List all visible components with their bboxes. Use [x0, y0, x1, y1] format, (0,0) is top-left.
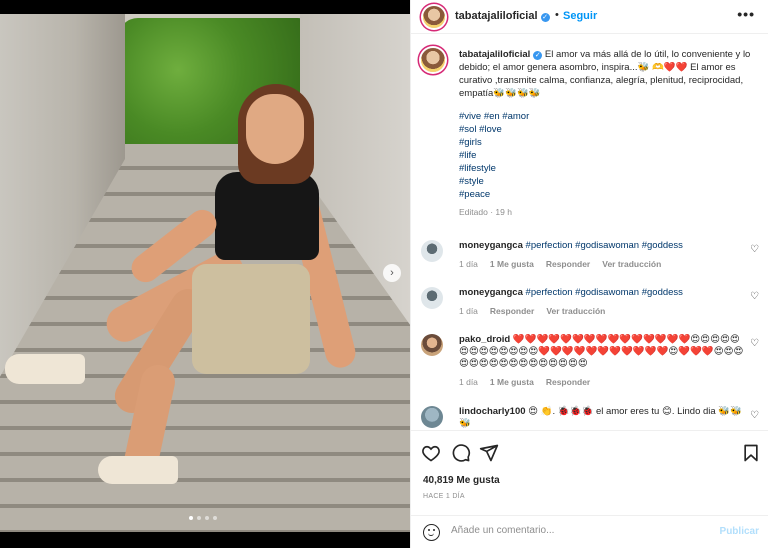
- hashtag-line[interactable]: #life: [459, 149, 759, 162]
- comment-meta: 1 día Responder Ver traducción: [459, 305, 744, 317]
- reply-button[interactable]: Responder: [546, 258, 590, 270]
- comment-item: pako_droid ❤️❤️❤️❤️❤️❤️❤️❤️❤️❤️❤️❤️❤️❤️❤…: [421, 334, 768, 388]
- comment-likes[interactable]: 1 Me gusta: [490, 376, 534, 388]
- woman-figure: [5, 84, 360, 504]
- comment-username[interactable]: lindocharly100: [459, 406, 526, 417]
- commenter-avatar[interactable]: [421, 240, 443, 262]
- caption-text-block: tabatajaliloficial ✓ El amor va más allá …: [459, 48, 759, 100]
- carousel-dot: [197, 516, 201, 520]
- comment-input[interactable]: [451, 525, 701, 536]
- reply-button[interactable]: Responder: [490, 305, 534, 317]
- commenter-avatar[interactable]: [421, 287, 443, 309]
- posted-time[interactable]: HACE 1 DÍA: [423, 493, 465, 500]
- comment-time[interactable]: 1 día: [459, 376, 478, 388]
- edited-label: Editado: [459, 207, 488, 217]
- caption-avatar[interactable]: [421, 48, 445, 72]
- carousel-dots: [189, 516, 217, 520]
- comment-body: moneygangca #perfection #godisawoman #go…: [459, 287, 744, 317]
- post-media: ›: [0, 0, 410, 548]
- comment-meta: 1 día 1 Me gusta Responder Ver traducció…: [459, 258, 744, 270]
- author-username-link[interactable]: tabatajaliloficial ✓: [455, 10, 550, 22]
- post-caption: tabatajaliloficial ✓ El amor va más allá …: [421, 48, 759, 217]
- black-top: [215, 172, 319, 260]
- like-heart-icon[interactable]: [421, 443, 441, 463]
- like-comment-heart-icon[interactable]: ♡: [750, 291, 759, 302]
- hashtag-line[interactable]: #lifestyle: [459, 162, 759, 175]
- comment-likes[interactable]: 1 Me gusta: [490, 258, 534, 270]
- left-shoe: [5, 354, 85, 384]
- translate-button[interactable]: Ver traducción: [602, 258, 661, 270]
- hashtag-line[interactable]: #girls: [459, 136, 759, 149]
- reply-button[interactable]: Responder: [546, 376, 590, 388]
- carousel-next-button[interactable]: ›: [383, 264, 401, 282]
- face: [246, 94, 304, 164]
- comment-item: moneygangca #perfection #godisawoman #go…: [421, 240, 768, 270]
- post-actions-bar: 40,819 Me gusta HACE 1 DÍA Publicar: [411, 430, 768, 541]
- hashtag-line[interactable]: #peace: [459, 188, 759, 201]
- comment-text[interactable]: #perfection #godisawoman #goddess: [526, 287, 683, 298]
- follow-button[interactable]: Seguir: [563, 10, 597, 22]
- skirt: [192, 264, 310, 374]
- verified-badge-icon: ✓: [540, 13, 550, 22]
- translate-button[interactable]: Ver traducción: [546, 305, 605, 317]
- right-shoe: [98, 456, 178, 484]
- caption-time[interactable]: 19 h: [495, 207, 512, 217]
- comments-scroll-area[interactable]: tabatajaliloficial ✓ El amor va más allá …: [411, 34, 768, 430]
- author-avatar[interactable]: [423, 6, 445, 28]
- comment-bubble-icon[interactable]: [451, 443, 471, 463]
- comment-item: moneygangca #perfection #godisawoman #go…: [421, 287, 768, 317]
- add-comment-bar: Publicar: [411, 515, 768, 548]
- caption-username[interactable]: tabatajaliloficial: [459, 49, 530, 60]
- comment-text[interactable]: #perfection #godisawoman #goddess: [526, 240, 683, 251]
- hashtag-line[interactable]: #sol #love: [459, 123, 759, 136]
- comment-body: moneygangca #perfection #godisawoman #go…: [459, 240, 744, 270]
- caption-meta: Editado · 19 h: [459, 207, 512, 217]
- comment-username[interactable]: moneygangca: [459, 240, 523, 251]
- comment-body: lindocharly100 😍 👏. 🐞🐞🐞 el amor eres tu …: [459, 406, 744, 430]
- verified-badge-icon: ✓: [533, 51, 543, 60]
- commenter-avatar[interactable]: [421, 406, 443, 428]
- post-sidebar: tabatajaliloficial ✓ • Seguir ••• tabataj…: [410, 0, 768, 548]
- like-comment-heart-icon[interactable]: ♡: [750, 244, 759, 255]
- comment-item: lindocharly100 😍 👏. 🐞🐞🐞 el amor eres tu …: [421, 406, 768, 430]
- comment-meta: 1 día 1 Me gusta Responder: [459, 376, 744, 388]
- caption-hashtags: #vive #en #amor #sol #love #girls #life …: [459, 110, 759, 201]
- more-options-icon[interactable]: •••: [737, 6, 755, 22]
- comment-body: pako_droid ❤️❤️❤️❤️❤️❤️❤️❤️❤️❤️❤️❤️❤️❤️❤…: [459, 334, 744, 388]
- hashtag-line[interactable]: #vive #en #amor: [459, 110, 759, 123]
- carousel-dot: [205, 516, 209, 520]
- separator-dot: •: [555, 9, 559, 21]
- comment-time[interactable]: 1 día: [459, 305, 478, 317]
- post-header: tabatajaliloficial ✓ • Seguir •••: [411, 0, 768, 34]
- comment-username[interactable]: moneygangca: [459, 287, 523, 298]
- comment-username[interactable]: pako_droid: [459, 334, 510, 345]
- share-paper-plane-icon[interactable]: [479, 443, 499, 463]
- save-bookmark-icon[interactable]: [741, 443, 761, 463]
- comment-time[interactable]: 1 día: [459, 258, 478, 270]
- like-comment-heart-icon[interactable]: ♡: [750, 338, 759, 349]
- author-username[interactable]: tabatajaliloficial: [455, 10, 538, 22]
- post-photo[interactable]: [0, 14, 410, 532]
- like-comment-heart-icon[interactable]: ♡: [750, 410, 759, 421]
- publish-button[interactable]: Publicar: [720, 526, 759, 537]
- carousel-dot: [213, 516, 217, 520]
- commenter-avatar[interactable]: [421, 334, 443, 356]
- likes-count[interactable]: 40,819 Me gusta: [423, 475, 500, 486]
- hashtag-line[interactable]: #style: [459, 175, 759, 188]
- emoji-picker-icon[interactable]: [423, 524, 440, 541]
- carousel-dot: [189, 516, 193, 520]
